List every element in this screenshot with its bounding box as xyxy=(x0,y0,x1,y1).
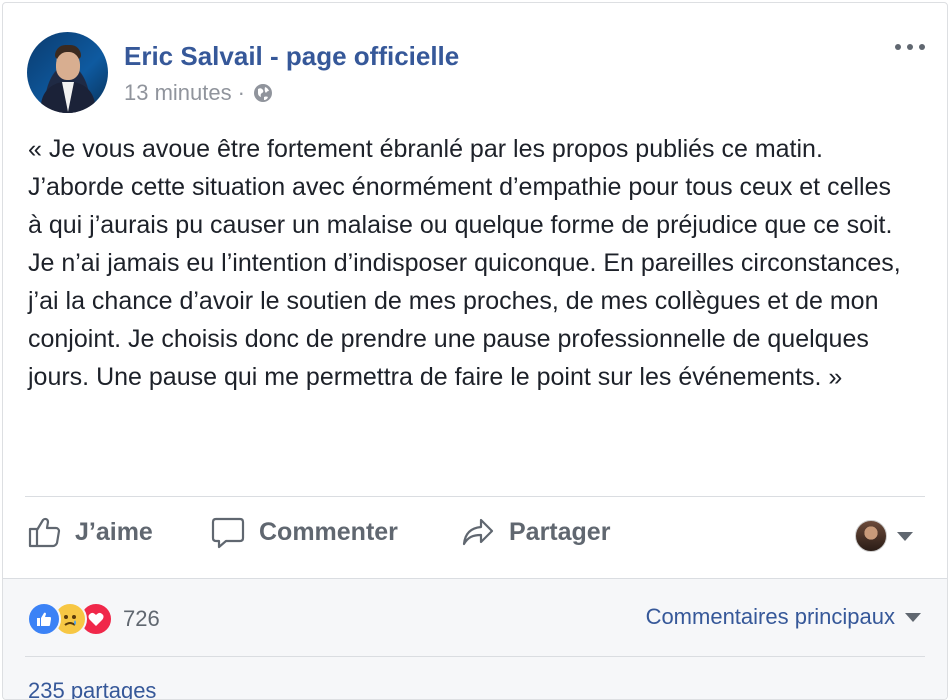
comment-button[interactable]: Commenter xyxy=(211,515,398,549)
comment-icon xyxy=(211,517,245,549)
user-avatar xyxy=(855,520,887,552)
share-arrow-icon xyxy=(462,518,494,546)
post-text: « Je vous avoue être fortement ébranlé p… xyxy=(28,135,901,391)
like-reaction-icon xyxy=(27,602,61,636)
post-card: Eric Salvail - page officielle 13 minute… xyxy=(2,2,948,700)
caret-down-icon xyxy=(905,612,921,622)
divider xyxy=(25,656,925,657)
reaction-count: 726 xyxy=(123,606,160,631)
page-avatar[interactable] xyxy=(27,32,108,113)
shares-count-link[interactable]: 235 partages xyxy=(28,678,156,699)
audience-selector[interactable] xyxy=(855,520,913,552)
post-timestamp[interactable]: 13 minutes xyxy=(124,80,232,106)
divider xyxy=(25,496,925,497)
like-button[interactable]: J’aime xyxy=(27,515,153,549)
post-meta: 13 minutes · xyxy=(124,80,273,106)
like-label: J’aime xyxy=(75,517,153,546)
footer-top-border xyxy=(3,578,947,579)
more-dots-icon[interactable] xyxy=(895,39,925,55)
globe-icon[interactable] xyxy=(253,83,273,103)
action-bar: J’aime Commenter Partager xyxy=(23,503,923,573)
thumbs-up-icon xyxy=(28,517,61,548)
meta-separator: · xyxy=(237,80,245,105)
share-label: Partager xyxy=(509,517,611,546)
page-name-link[interactable]: Eric Salvail - page officielle xyxy=(124,41,459,72)
chevron-down-icon xyxy=(897,531,913,541)
comment-label: Commenter xyxy=(259,517,398,546)
reactions-summary[interactable]: 726 xyxy=(27,602,160,636)
comment-sort-dropdown[interactable]: Commentaires principaux xyxy=(646,604,921,630)
share-button[interactable]: Partager xyxy=(461,515,610,549)
post-footer: 726 Commentaires principaux 235 partages xyxy=(3,578,947,699)
sort-label: Commentaires principaux xyxy=(645,604,895,629)
